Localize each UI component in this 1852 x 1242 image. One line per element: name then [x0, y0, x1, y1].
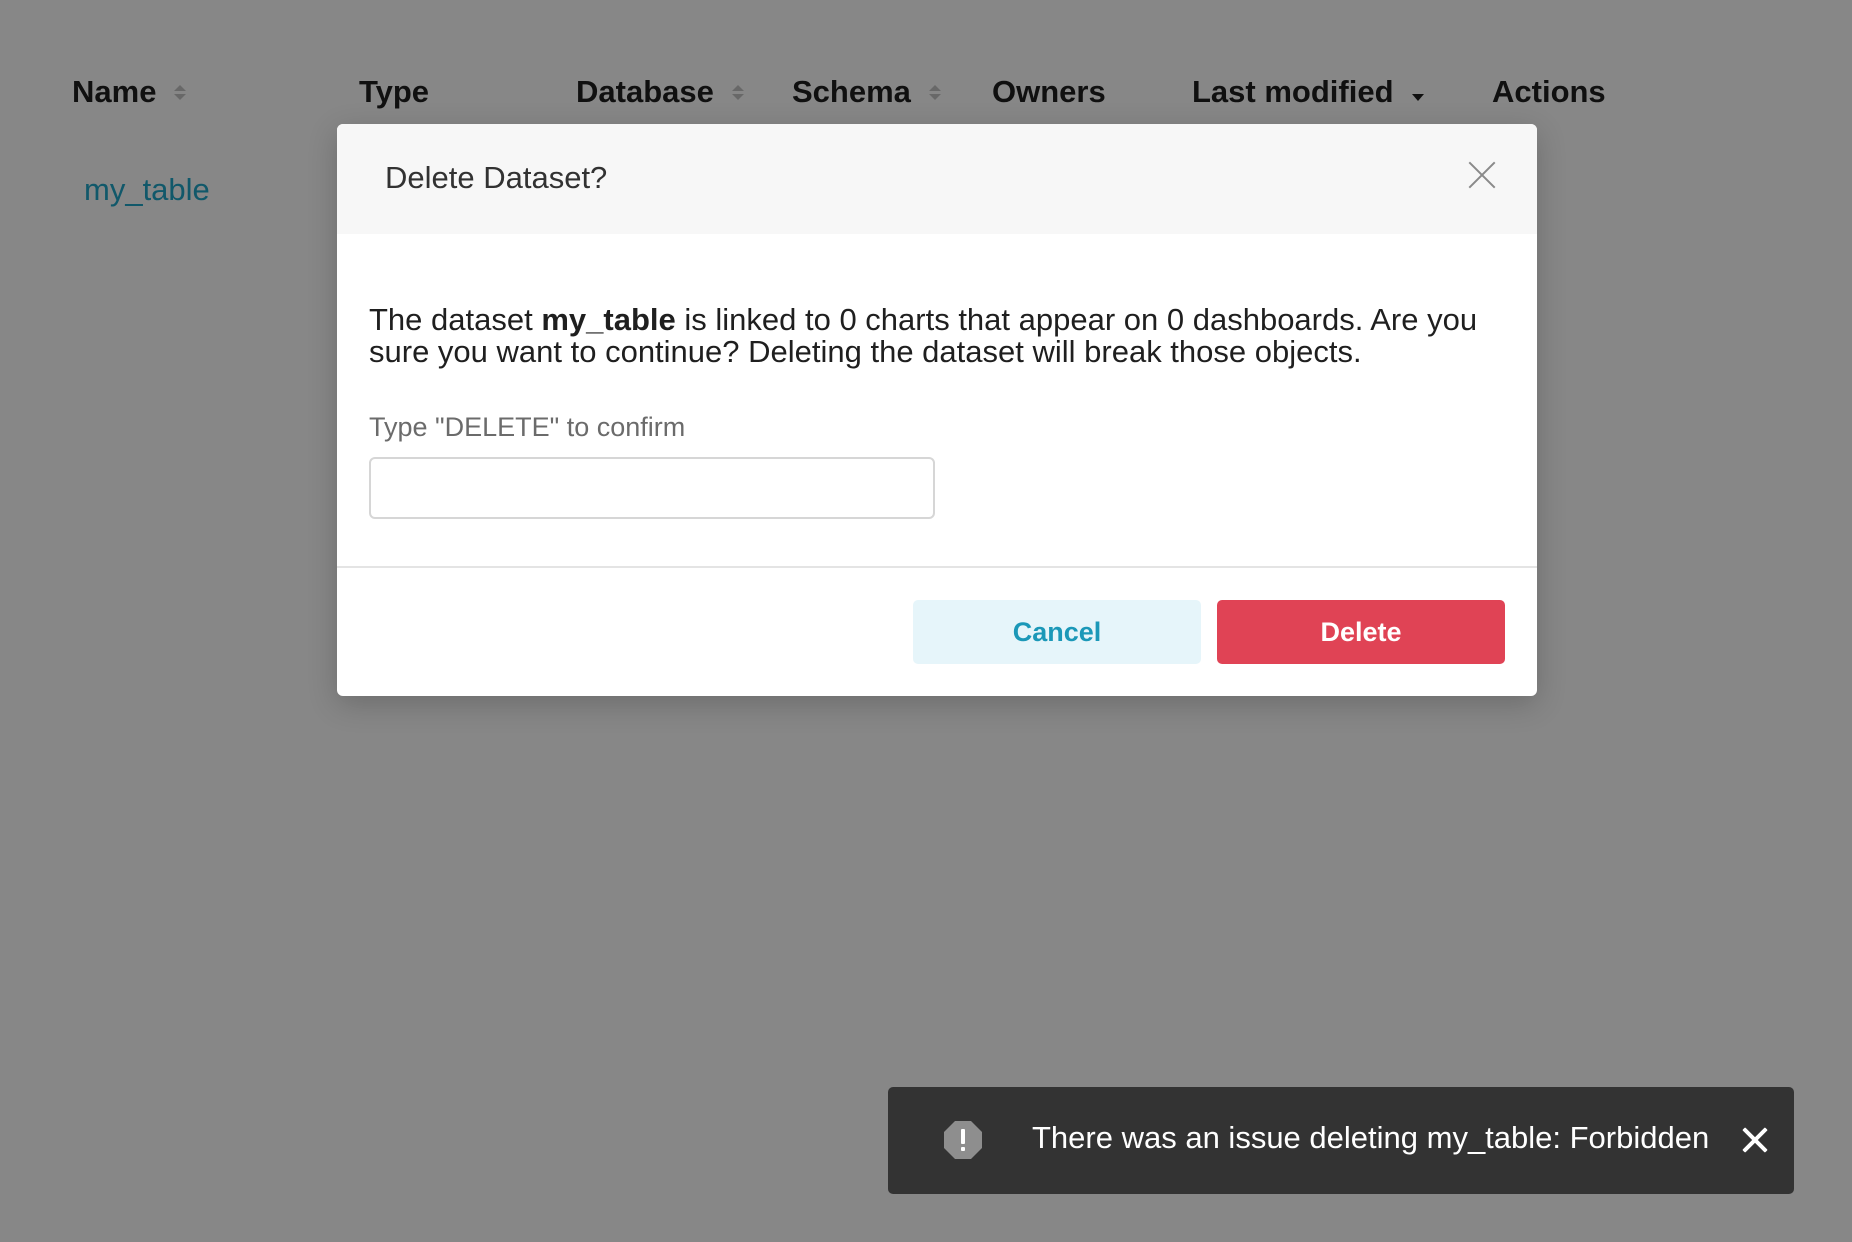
- confirm-label: Type "DELETE" to confirm: [369, 412, 686, 442]
- close-icon[interactable]: [1467, 160, 1497, 190]
- warning-octagon-icon: [944, 1121, 982, 1159]
- warning-text-prefix: The dataset: [369, 302, 542, 337]
- modal-divider: [337, 566, 1537, 568]
- cancel-button[interactable]: Cancel: [913, 600, 1201, 664]
- toast-message: There was an issue deleting my_table: Fo…: [1032, 1120, 1710, 1155]
- dataset-name: my_table: [541, 302, 676, 337]
- delete-warning-text: The dataset my_table is linked to 0 char…: [369, 304, 1509, 368]
- delete-dataset-modal: Delete Dataset? The dataset my_table is …: [337, 124, 1537, 696]
- modal-title: Delete Dataset?: [385, 160, 608, 195]
- modal-body: The dataset my_table is linked to 0 char…: [369, 304, 1509, 519]
- toast-close-icon[interactable]: [1742, 1127, 1768, 1153]
- modal-header: Delete Dataset?: [337, 124, 1537, 234]
- delete-button[interactable]: Delete: [1217, 600, 1505, 664]
- delete-confirm-input[interactable]: [369, 457, 935, 519]
- error-toast: There was an issue deleting my_table: Fo…: [888, 1087, 1794, 1194]
